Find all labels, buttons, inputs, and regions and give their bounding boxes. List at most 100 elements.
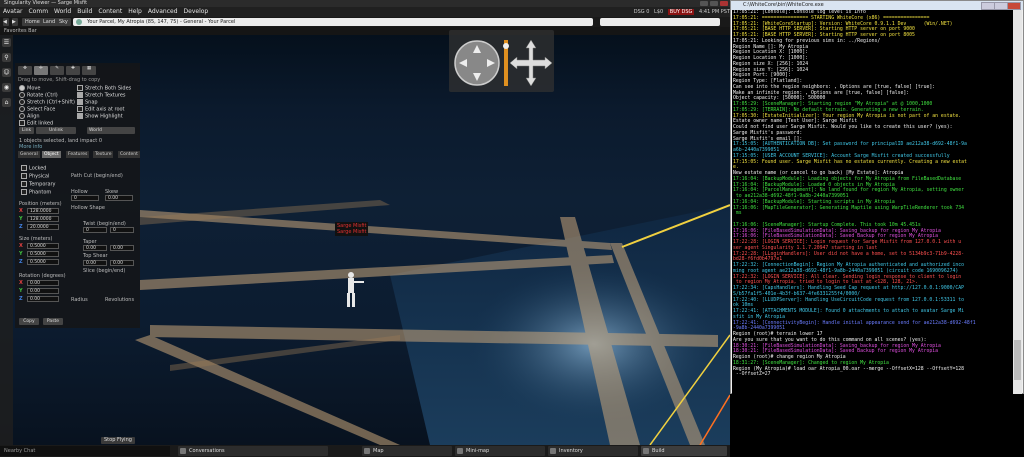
stretch-textures-checkbox[interactable]: Stretch Textures [77,92,126,99]
build-tabs: General Object Features Texture Content [18,151,140,158]
menu-world[interactable]: World [51,7,74,17]
shear-y-input[interactable]: 0.00 [110,260,134,266]
rot-y-axis-label: Y [19,288,23,294]
rotation-label: Rotation (degrees) [19,273,66,279]
hollow-input[interactable]: 0 [71,195,99,201]
stretch-both-sides-checkbox[interactable]: Stretch Both Sides [77,85,131,92]
more-info-link[interactable]: More info [19,144,42,150]
back-icon[interactable]: ◀ [3,18,9,26]
conversations-icon [180,448,186,454]
locked-checkbox[interactable]: Locked [21,165,46,172]
phantom-checkbox[interactable]: Phantom [21,189,51,196]
taper-y-input[interactable]: 0.00 [110,245,134,251]
inventory-icon [550,448,556,454]
conversations-button[interactable]: Conversations [178,446,328,456]
menu-avatar[interactable]: Avatar [0,7,25,17]
minimize-button[interactable] [700,1,708,6]
menu-advanced[interactable]: Advanced [145,7,181,17]
build-button[interactable]: Build [641,446,727,456]
location-bar[interactable]: Your Parcel, My Atropia (85, 147, 75) - … [73,18,593,26]
maximize-button[interactable] [710,1,718,6]
nearby-chat-input[interactable]: Nearby Chat [0,446,170,456]
size-z-input[interactable]: 0.5000 [27,259,59,265]
tab-features[interactable]: Features [66,151,90,158]
navigation-bar: ◀ ▶ Home Land Sky Your Parcel, My Atropi… [0,17,730,27]
mode-select-face[interactable]: Select Face [19,106,55,113]
menu-build[interactable]: Build [74,7,95,17]
minimap-button[interactable]: Mini-map [455,446,545,456]
rotation-y-input[interactable]: 0.00 [27,288,59,294]
position-label: Position (meters) [19,201,62,207]
map-button[interactable]: Map [362,446,452,456]
taper-x-input[interactable]: 0.00 [83,245,107,251]
people-icon[interactable]: ☺ [2,68,11,77]
link-button[interactable]: Link [19,127,34,134]
status-area: DSG 0 L$0 BUY DSG 4:41 PM PST [631,7,730,17]
edit-axis-root-checkbox[interactable]: Edit axis at root [77,106,125,113]
console-maximize-button[interactable] [994,2,1008,10]
mode-stretch[interactable]: Stretch (Ctrl+Shift) [19,99,75,106]
land-tool-icon[interactable]: ▦ [82,66,96,75]
focus-tool-icon[interactable]: ✥ [18,66,32,75]
forward-icon[interactable]: ▶ [12,18,18,26]
rotation-x-input[interactable]: 0.00 [27,280,59,286]
stop-flying-button[interactable]: Stop Flying [101,437,135,444]
tab-content[interactable]: Content [118,151,140,158]
console-scrollbar[interactable] [1013,10,1022,394]
shear-x-input[interactable]: 0.00 [83,260,107,266]
physical-checkbox[interactable]: Physical [21,173,49,180]
location-text: Your Parcel, My Atropia (85, 147, 75) - … [87,19,236,25]
edit-linked-checkbox[interactable]: Edit linked [19,120,53,127]
mode-align[interactable]: Align [19,113,40,120]
unlink-button[interactable]: Unlink [36,127,76,134]
twist-end-input[interactable]: 0 [110,227,134,233]
paste-button[interactable]: Paste [43,318,63,325]
clock: 4:41 PM PST [699,9,730,15]
size-x-axis-label: X [19,243,23,249]
inventory-button[interactable]: Inventory [548,446,638,456]
edit-tool-icon[interactable]: ✎ [50,66,64,75]
size-y-input[interactable]: 0.5000 [27,251,59,257]
twist-begin-input[interactable]: 0 [83,227,107,233]
menu-comm[interactable]: Comm [25,7,51,17]
search-input[interactable] [600,18,720,26]
chat-icon[interactable]: ☰ [2,38,11,47]
move-tool-icon[interactable]: ✛ [34,66,48,75]
position-y-input[interactable]: 128.0000 [27,216,59,222]
show-highlight-checkbox[interactable]: Show Highlight [77,113,123,120]
create-tool-icon[interactable]: ✚ [66,66,80,75]
balance[interactable]: L$0 [654,9,663,15]
avatar-group-title: Sarge Misfit [337,229,367,235]
menu-help[interactable]: Help [125,7,145,17]
tab-texture[interactable]: Texture [93,151,114,158]
console-output[interactable]: 17:05:21: [Console]: Console log level i… [732,10,1014,394]
buy-currency-button[interactable]: BUY DSG [667,9,695,15]
menu-bar: Avatar Comm World Build Content Help Advanced D… [0,7,730,17]
temporary-checkbox[interactable]: Temporary [21,181,56,188]
close-button[interactable] [720,1,728,6]
hollow-shape-label: Hollow Shape [71,205,105,211]
menu-content[interactable]: Content [95,7,125,17]
snap-checkbox[interactable]: Snap [77,99,98,106]
console-close-button[interactable] [1007,2,1021,10]
places-icon[interactable]: ⌂ [2,98,11,107]
sky-button[interactable]: Sky [56,18,71,26]
tab-general[interactable]: General [18,151,40,158]
console-minimize-button[interactable] [981,2,995,10]
search-icon[interactable]: ⚲ [2,53,11,62]
pan-control-icon[interactable] [509,39,553,87]
view-icon[interactable]: ◉ [2,83,11,92]
position-x-input[interactable]: 128.0000 [27,208,59,214]
mode-rotate[interactable]: Rotate (Ctrl) [19,92,58,99]
position-z-input[interactable]: 20.0000 [27,224,59,230]
mode-move[interactable]: Move [19,85,40,92]
ruler-dropdown[interactable]: World [87,127,135,134]
favorites-bar: Favorites Bar [0,27,730,35]
scroll-thumb[interactable] [1014,340,1021,380]
tab-object[interactable]: Object [42,151,61,158]
menu-develop[interactable]: Develop [181,7,212,17]
size-x-input[interactable]: 0.5000 [27,243,59,249]
rotation-z-input[interactable]: 0.00 [27,296,59,302]
copy-button[interactable]: Copy [19,318,39,325]
skew-input[interactable]: 0.00 [105,195,133,201]
